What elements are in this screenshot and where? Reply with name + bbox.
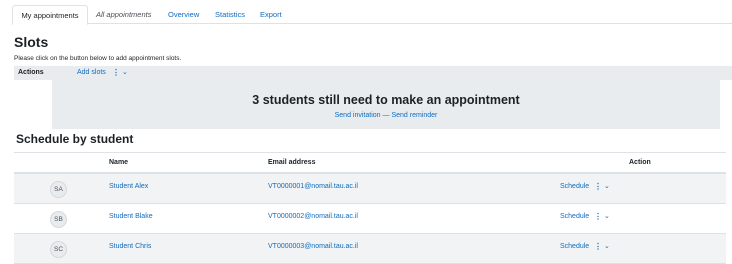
schedule-button[interactable]: Schedule (560, 183, 589, 190)
kebab-menu-icon[interactable]: ⋮ (594, 212, 602, 221)
table-row: SB Student Blake VT0000002@nomail.tau.ac… (14, 204, 726, 234)
avatar: SA (50, 181, 67, 198)
chevron-down-icon[interactable]: ⌄ (604, 212, 610, 220)
kebab-menu-icon[interactable]: ⋮ (594, 182, 602, 191)
banner-title: 3 students still need to make an appoint… (252, 93, 520, 107)
chevron-down-icon[interactable]: ⌄ (604, 182, 610, 190)
student-email-link[interactable]: VT0000001@nomail.tau.ac.il (268, 183, 358, 190)
banner-links: Send invitation — Send reminder (52, 112, 720, 119)
link-separator: — (382, 112, 390, 119)
kebab-menu-icon[interactable]: ⋮ (594, 242, 602, 251)
student-email-link[interactable]: VT0000003@nomail.tau.ac.il (268, 243, 358, 250)
send-invitation-link[interactable]: Send invitation (335, 112, 381, 119)
chevron-down-icon[interactable]: ⌄ (122, 68, 128, 76)
appointment-alert-banner: 3 students still need to make an appoint… (52, 80, 720, 129)
kebab-menu-icon[interactable]: ⋮ (112, 68, 120, 77)
tab-export[interactable]: Export (260, 5, 282, 24)
tab-all-appointments[interactable]: All appointments (96, 5, 151, 24)
student-name-link[interactable]: Student Chris (109, 243, 151, 250)
column-header-action: Action (629, 159, 651, 166)
chevron-down-icon[interactable]: ⌄ (604, 242, 610, 250)
schedule-section-title: Schedule by student (16, 132, 134, 146)
student-name-link[interactable]: Student Blake (109, 213, 153, 220)
table-row: SC Student Chris VT0000003@nomail.tau.ac… (14, 234, 726, 264)
schedule-button[interactable]: Schedule (560, 213, 589, 220)
avatar: SB (50, 211, 67, 228)
student-name-link[interactable]: Student Alex (109, 183, 148, 190)
table-header: Name Email address Action (14, 152, 726, 174)
column-header-email: Email address (268, 159, 316, 166)
actions-label: Actions (18, 69, 44, 76)
actions-bar: Actions Add slots ⋮ ⌄ (14, 66, 732, 80)
add-slots-button[interactable]: Add slots (77, 69, 106, 76)
schedule-button[interactable]: Schedule (560, 243, 589, 250)
tab-statistics[interactable]: Statistics (215, 5, 245, 24)
column-header-name: Name (109, 159, 129, 166)
student-email-link[interactable]: VT0000002@nomail.tau.ac.il (268, 213, 358, 220)
page-hint: Please click on the button below to add … (14, 55, 182, 62)
tab-my-appointments[interactable]: My appointments (12, 5, 88, 25)
table-row: SA Student Alex VT0000001@nomail.tau.ac.… (14, 174, 726, 204)
send-reminder-link[interactable]: Send reminder (391, 112, 437, 119)
tab-overview[interactable]: Overview (168, 5, 199, 24)
avatar: SC (50, 241, 67, 258)
page-title: Slots (14, 34, 49, 50)
tab-bar: My appointments All appointments Overvie… (12, 5, 732, 25)
